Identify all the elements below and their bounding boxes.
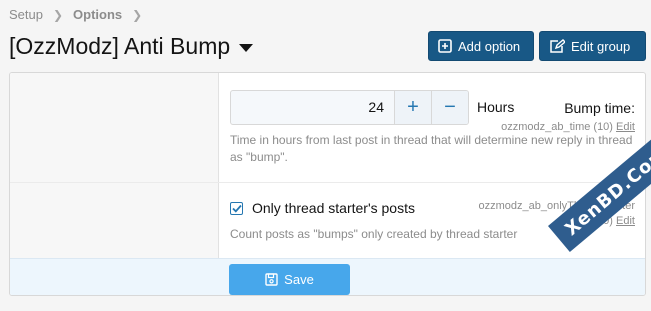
only-thread-starter-label: Only thread starter's posts (252, 200, 415, 216)
only-thread-starter-row[interactable]: Only thread starter's posts (230, 200, 415, 216)
add-option-button[interactable]: Add option (428, 31, 534, 61)
bump-time-input[interactable]: 24 (231, 91, 394, 124)
options-label-column (10, 73, 219, 258)
save-label: Save (284, 272, 314, 287)
caret-down-icon[interactable] (239, 43, 254, 52)
checkmark-icon (231, 204, 242, 213)
bump-time-spinbox: 24 + − (230, 90, 469, 125)
form-submit-row: Save (10, 258, 645, 295)
edit-group-button[interactable]: Edit group (539, 31, 646, 61)
edit-icon (550, 39, 565, 53)
save-icon (265, 273, 278, 286)
plus-square-icon (438, 39, 452, 53)
add-option-label: Add option (458, 38, 521, 54)
minus-icon: − (444, 96, 456, 118)
options-panel: Bump time: ozzmodz_ab_time (10) Edit 24 … (9, 72, 646, 296)
breadcrumb-item-options[interactable]: Options (73, 7, 122, 22)
save-button[interactable]: Save (229, 264, 350, 295)
edit-group-label: Edit group (571, 38, 631, 54)
increment-button[interactable]: + (394, 91, 431, 124)
page-title[interactable]: [OzzModz] Anti Bump (9, 33, 254, 60)
breadcrumb: Setup ❯ Options ❯ (9, 7, 152, 22)
chevron-right-icon: ❯ (52, 7, 64, 22)
bump-time-label: Bump time: (564, 100, 635, 116)
page-title-text: [OzzModz] Anti Bump (9, 33, 231, 59)
decrement-button[interactable]: − (431, 91, 468, 124)
breadcrumb-item-setup[interactable]: Setup (9, 7, 43, 22)
row-divider (10, 182, 645, 183)
chevron-right-icon: ❯ (132, 7, 143, 22)
plus-icon: + (407, 96, 419, 118)
bump-time-explain: Time in hours from last post in thread t… (230, 133, 633, 164)
only-thread-starter-checkbox[interactable] (230, 201, 243, 215)
bump-time-units: Hours (477, 99, 515, 115)
